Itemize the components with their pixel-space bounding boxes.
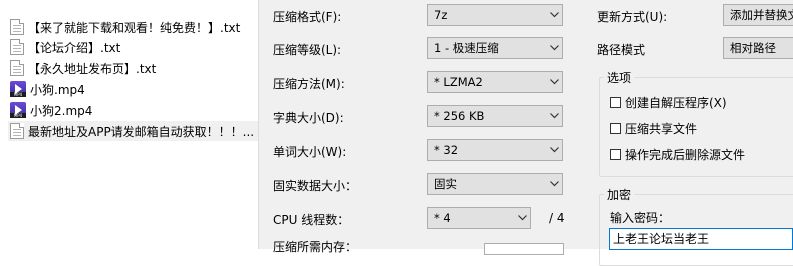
text-file-icon xyxy=(10,39,24,55)
solid-value: 固实 xyxy=(434,177,457,191)
chevron-down-icon xyxy=(546,174,562,194)
video-file-icon: MP4 xyxy=(10,102,26,118)
file-name: 小狗2.mp4 xyxy=(30,103,93,118)
delete-label: 操作完成后删除源文件 xyxy=(625,148,746,162)
format-select[interactable]: 7z xyxy=(427,4,563,26)
file-item[interactable]: 【永久地址发布页】.txt xyxy=(10,58,156,78)
solid-label: 固实数据大小： xyxy=(273,179,358,193)
threads-total: / 4 xyxy=(549,211,565,225)
text-file-icon xyxy=(10,123,24,139)
solid-select[interactable]: 固实 xyxy=(427,173,563,195)
method-label: 压缩方法(M): xyxy=(273,77,345,91)
level-value: 1 - 极速压缩 xyxy=(434,41,499,55)
word-label: 单词大小(W): xyxy=(273,145,347,159)
update-select[interactable]: 添加并替换文件 xyxy=(723,4,793,26)
file-item[interactable]: MP4 小狗2.mp4 xyxy=(10,100,92,120)
level-label: 压缩等级(L): xyxy=(273,43,342,57)
file-name: 小狗.mp4 xyxy=(30,82,85,97)
level-select[interactable]: 1 - 极速压缩 xyxy=(427,37,563,59)
file-name: 【永久地址发布页】.txt xyxy=(28,61,157,76)
text-file-icon xyxy=(10,60,24,76)
path-label: 路径模式 xyxy=(597,43,646,57)
chevron-down-icon xyxy=(546,38,562,58)
sfx-checkbox-row[interactable]: 创建自解压程序(X) xyxy=(610,94,727,111)
file-name: 【来了就能下载和观看！纯免费！】.txt xyxy=(28,20,241,35)
word-select[interactable]: * 32 xyxy=(427,139,563,161)
memory-value-box xyxy=(484,243,564,255)
method-select[interactable]: * LZMA2 xyxy=(427,71,563,93)
dict-value: * 256 KB xyxy=(434,109,485,123)
path-select[interactable]: 相对路径 xyxy=(723,37,793,59)
delete-checkbox-row[interactable]: 操作完成后删除源文件 xyxy=(610,146,745,163)
shared-checkbox[interactable] xyxy=(610,123,621,134)
update-value: 添加并替换文件 xyxy=(730,8,793,22)
update-label: 更新方式(U): xyxy=(597,10,668,24)
sfx-checkbox[interactable] xyxy=(610,97,621,108)
password-label: 输入密码： xyxy=(610,211,671,225)
chevron-down-icon xyxy=(546,72,562,92)
file-list: 【来了就能下载和观看！纯免费！】.txt 【论坛介绍】.txt 【永久地址发布页… xyxy=(0,0,258,249)
file-item[interactable]: MP4 小狗.mp4 xyxy=(10,79,85,99)
chevron-down-icon xyxy=(546,5,562,25)
sfx-label: 创建自解压程序(X) xyxy=(625,96,727,110)
encrypt-group-title: 加密 xyxy=(604,186,635,203)
threads-value: * 4 xyxy=(434,211,451,225)
dict-select[interactable]: * 256 KB xyxy=(427,105,563,127)
delete-checkbox[interactable] xyxy=(610,149,621,160)
threads-select[interactable]: * 4 xyxy=(427,207,531,229)
format-label: 压缩格式(F): xyxy=(273,10,342,24)
format-value: 7z xyxy=(434,8,448,22)
options-group-title: 选项 xyxy=(604,69,635,86)
text-file-icon xyxy=(10,19,24,35)
word-value: * 32 xyxy=(434,143,459,157)
shared-label: 压缩共享文件 xyxy=(625,122,698,136)
dict-label: 字典大小(D): xyxy=(273,111,344,125)
path-value: 相对路径 xyxy=(730,41,776,55)
file-item[interactable]: 【论坛介绍】.txt xyxy=(10,37,120,57)
chevron-down-icon xyxy=(546,106,562,126)
chevron-down-icon xyxy=(514,208,530,228)
memory-label: 压缩所需内存： xyxy=(273,240,358,254)
method-value: * LZMA2 xyxy=(434,75,483,89)
file-item[interactable]: 【来了就能下载和观看！纯免费！】.txt xyxy=(10,17,240,37)
video-file-icon: MP4 xyxy=(10,81,26,97)
file-name: 最新地址及APP请发邮箱自动获取！！！... xyxy=(28,124,255,139)
shared-checkbox-row[interactable]: 压缩共享文件 xyxy=(610,120,697,137)
file-name: 【论坛介绍】.txt xyxy=(28,40,121,55)
file-item[interactable]: 最新地址及APP请发邮箱自动获取！！！... xyxy=(10,121,254,141)
threads-label: CPU 线程数： xyxy=(273,213,350,227)
chevron-down-icon xyxy=(546,140,562,160)
password-input[interactable]: 上老王论坛当老王 xyxy=(609,228,793,250)
